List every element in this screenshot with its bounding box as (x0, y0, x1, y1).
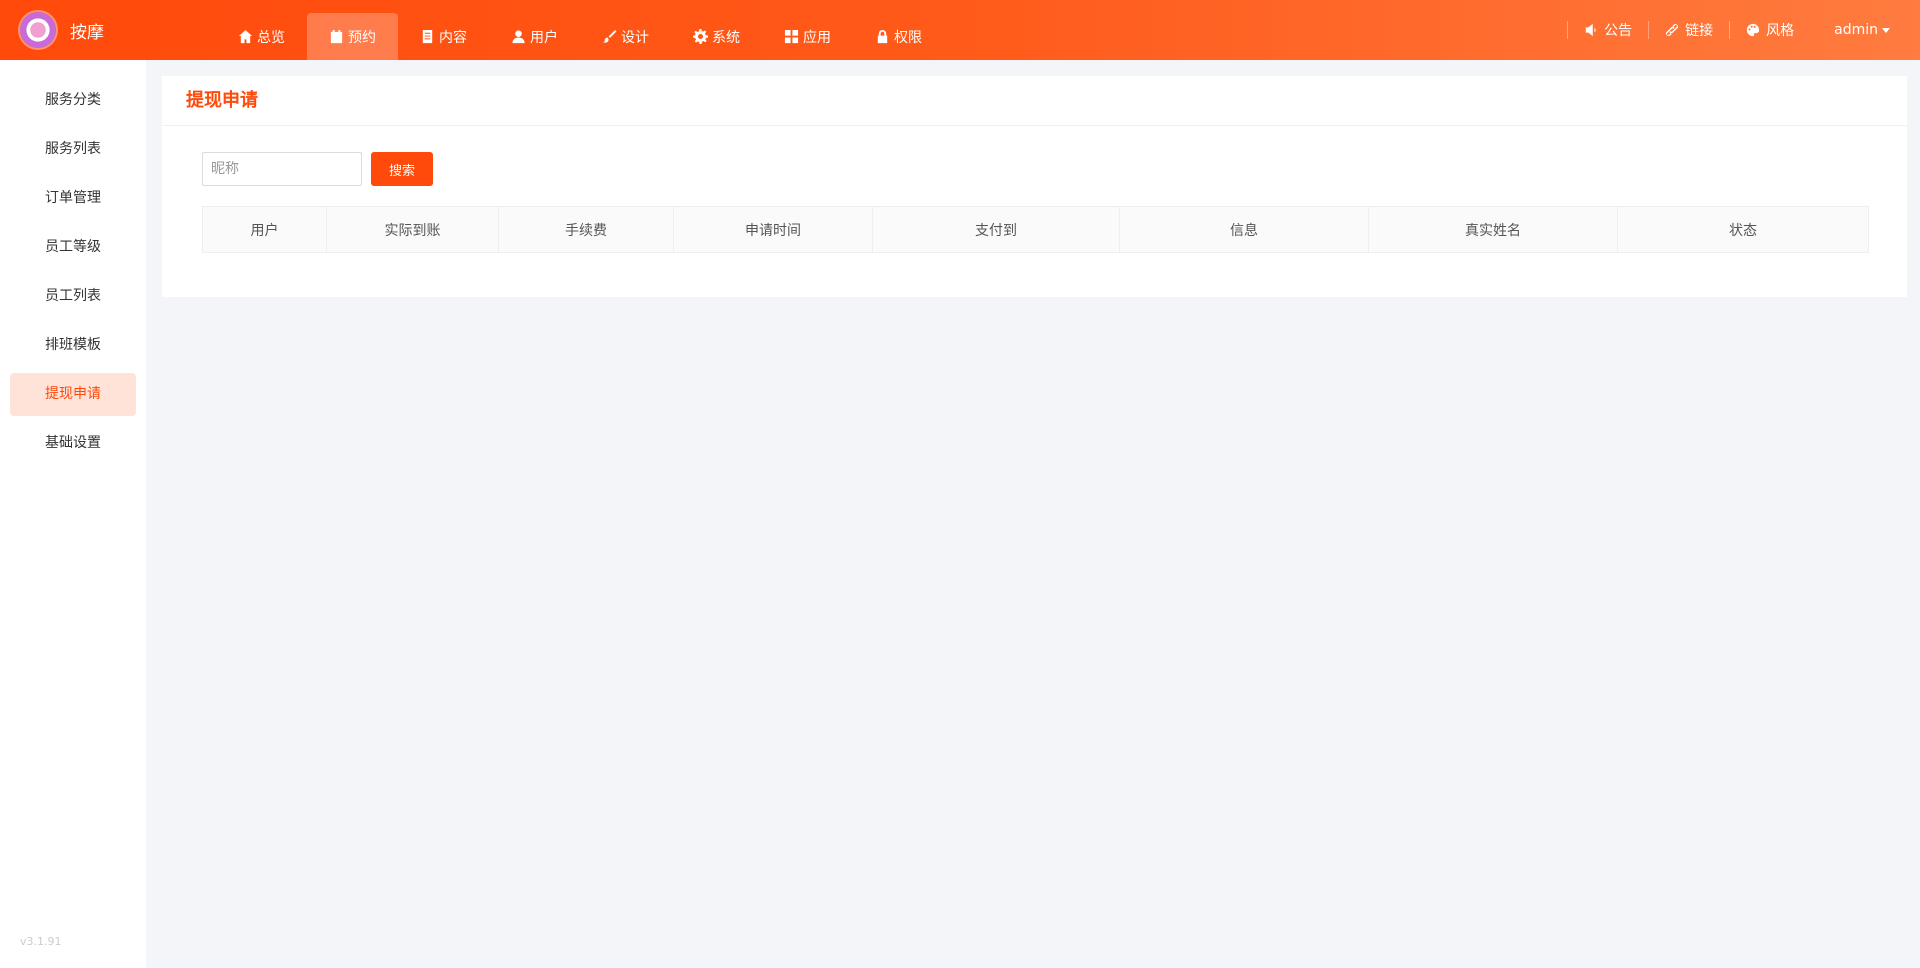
palette-icon (1747, 23, 1760, 37)
sidebar-item-withdrawal[interactable]: 提现申请 (10, 373, 136, 416)
document-icon (422, 29, 433, 44)
column-header-status: 状态 (1729, 222, 1757, 239)
withdrawal-table-header: 用户 实际到账 手续费 申请时间 支付到 信息 真实姓名 状态 (202, 206, 1869, 253)
sidebar: 服务分类 服务列表 订单管理 员工等级 员工列表 排班模板 提现申请 基础设置 … (0, 60, 146, 968)
brush-icon (602, 29, 617, 43)
user-icon (512, 30, 525, 44)
nav-item-content[interactable]: 内容 (398, 13, 489, 60)
column-header-actual-amount: 实际到账 (327, 207, 499, 252)
sidebar-item-schedule-template[interactable]: 排班模板 (10, 324, 136, 367)
page-title: 提现申请 (162, 76, 1907, 126)
top-nav: 总览 预约 内容 用户 设计 系统 应用 权限 (216, 13, 944, 60)
nav-item-label: 设计 (621, 29, 649, 46)
sidebar-item-order-management[interactable]: 订单管理 (10, 177, 136, 220)
link-icon (1666, 24, 1679, 36)
brand-name: 按摩 (70, 23, 104, 43)
theme-button[interactable]: 风格 (1729, 21, 1810, 39)
column-header-apply-time: 申请时间 (674, 207, 873, 252)
grid-icon (784, 29, 799, 44)
nav-item-label: 权限 (894, 29, 922, 46)
announcement-button[interactable]: 公告 (1567, 21, 1648, 39)
user-menu[interactable]: admin (1810, 22, 1920, 38)
lock-icon (877, 29, 888, 44)
speaker-icon (1585, 23, 1596, 37)
link-button[interactable]: 链接 (1648, 21, 1729, 39)
gear-icon (693, 29, 708, 44)
nav-item-label: 内容 (439, 29, 467, 46)
logo[interactable] (20, 12, 56, 48)
nav-item-label: 系统 (712, 29, 740, 46)
nav-item-system[interactable]: 系统 (671, 13, 762, 60)
nav-item-design[interactable]: 设计 (580, 13, 671, 60)
calendar-icon (330, 29, 343, 44)
nav-item-users[interactable]: 用户 (489, 13, 580, 60)
nav-item-overview[interactable]: 总览 (216, 13, 307, 60)
theme-label: 风格 (1766, 23, 1795, 39)
nav-item-label: 用户 (530, 29, 558, 46)
column-header-pay-to: 支付到 (873, 207, 1120, 252)
sidebar-item-staff-list[interactable]: 员工列表 (10, 275, 136, 318)
nav-item-label: 应用 (803, 29, 831, 46)
sidebar-item-service-list[interactable]: 服务列表 (10, 128, 136, 171)
nav-item-label: 预约 (348, 29, 376, 46)
column-header-info: 信息 (1120, 207, 1369, 252)
nickname-search-input[interactable] (202, 152, 362, 186)
nav-item-booking[interactable]: 预约 (307, 13, 398, 60)
version-label: v3.1.91 (20, 935, 62, 948)
link-label: 链接 (1685, 23, 1714, 39)
header-right: 公告 链接 风格 admin (1567, 0, 1920, 60)
announcement-label: 公告 (1604, 23, 1633, 39)
column-header-fee: 手续费 (499, 207, 674, 252)
nav-item-permissions[interactable]: 权限 (853, 13, 944, 60)
home-icon (238, 29, 253, 44)
column-header-real-name: 真实姓名 (1369, 207, 1618, 252)
nav-item-label: 总览 (257, 29, 285, 46)
chevron-down-icon (1882, 27, 1890, 33)
sidebar-item-staff-level[interactable]: 员工等级 (10, 226, 136, 269)
nav-item-apps[interactable]: 应用 (762, 13, 853, 60)
main-panel: 提现申请 搜索 用户 实际到账 手续费 申请时间 支付到 信息 真实姓名 状态 (162, 76, 1907, 297)
sidebar-item-basic-settings[interactable]: 基础设置 (10, 422, 136, 465)
username: admin (1834, 22, 1878, 38)
search-button[interactable]: 搜索 (371, 152, 433, 186)
column-header-user: 用户 (203, 207, 327, 252)
sidebar-item-service-category[interactable]: 服务分类 (10, 79, 136, 122)
top-header: 按摩 总览 预约 内容 用户 设计 系统 应用 权限 公告 链接 风格 admi… (0, 0, 1920, 60)
